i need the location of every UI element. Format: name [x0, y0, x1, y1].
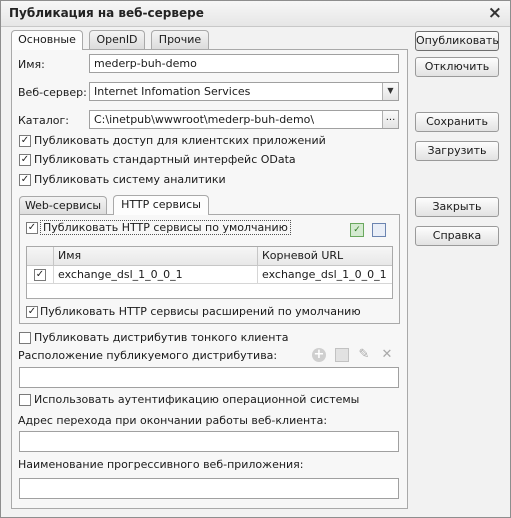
- odata-checkbox[interactable]: ✓: [19, 154, 31, 166]
- thin-client-checkbox[interactable]: [19, 332, 31, 344]
- webserver-label: Веб-сервер:: [18, 86, 87, 99]
- catalog-field[interactable]: C:\inetpub\wwwroot\mederp-buh-demo\ ...: [89, 110, 399, 129]
- load-button[interactable]: Загрузить: [415, 141, 499, 161]
- os-auth-label: Использовать аутентификацию операционной…: [34, 393, 360, 406]
- table-header-name[interactable]: Имя: [54, 247, 258, 266]
- tab-web-services[interactable]: Web-сервисы: [19, 196, 107, 215]
- distrib-location-field[interactable]: [19, 367, 399, 388]
- table-header-url[interactable]: Корневой URL: [258, 247, 392, 266]
- analytics-checkbox[interactable]: ✓: [19, 174, 31, 186]
- disable-button[interactable]: Отключить: [415, 57, 499, 77]
- analytics-label: Публиковать систему аналитики: [34, 173, 226, 186]
- uncheck-all-icon[interactable]: [372, 223, 386, 237]
- client-apps-label: Публиковать доступ для клиентских прилож…: [34, 134, 326, 147]
- distrib-location-label: Расположение публикуемого дистрибутива:: [18, 349, 278, 362]
- tab-other[interactable]: Прочие: [151, 30, 209, 49]
- tab-http-services[interactable]: HTTP сервисы: [113, 195, 209, 215]
- copy-icon[interactable]: [335, 348, 349, 362]
- http-extensions-checkbox[interactable]: ✓: [26, 306, 38, 318]
- browse-button[interactable]: ...: [382, 111, 398, 128]
- close-button[interactable]: Закрыть: [415, 197, 499, 217]
- add-icon[interactable]: +: [312, 348, 326, 362]
- http-default-checkbox[interactable]: ✓: [26, 222, 38, 234]
- publish-button[interactable]: Опубликовать: [415, 31, 499, 51]
- webserver-select[interactable]: Internet Infomation Services ▼: [89, 82, 399, 101]
- thin-client-label: Публиковать дистрибутив тонкого клиента: [34, 331, 289, 344]
- webserver-value: Internet Infomation Services: [94, 85, 251, 98]
- os-auth-checkbox[interactable]: [19, 394, 31, 406]
- table-header-check: [27, 247, 54, 266]
- pwa-name-field[interactable]: [19, 478, 399, 499]
- tab-openid[interactable]: OpenID: [89, 30, 145, 49]
- close-icon[interactable]: ×: [488, 3, 502, 23]
- tab-main[interactable]: Основные: [11, 30, 83, 50]
- save-button[interactable]: Сохранить: [415, 112, 499, 132]
- row-name-cell[interactable]: exchange_dsl_1_0_0_1: [54, 266, 258, 284]
- chevron-down-icon[interactable]: ▼: [382, 83, 398, 100]
- client-apps-checkbox[interactable]: ✓: [19, 135, 31, 147]
- http-extensions-label: Публиковать HTTP сервисы расширений по у…: [40, 305, 361, 318]
- catalog-value: C:\inetpub\wwwroot\mederp-buh-demo\: [94, 113, 315, 126]
- exit-url-label: Адрес перехода при окончании работы веб-…: [18, 414, 328, 427]
- http-default-label: Публиковать HTTP сервисы по умолчанию: [40, 220, 291, 235]
- odata-label: Публиковать стандартный интерфейс OData: [34, 153, 296, 166]
- name-label: Имя:: [18, 58, 45, 71]
- exit-url-field[interactable]: [19, 431, 399, 452]
- publish-dialog: Публикация на веб-сервере × Основные Ope…: [0, 0, 511, 518]
- dialog-title: Публикация на веб-сервере: [9, 6, 204, 20]
- edit-icon[interactable]: ✎: [357, 348, 371, 362]
- catalog-label: Каталог:: [18, 114, 69, 127]
- row-url-cell[interactable]: exchange_dsl_1_0_0_1: [258, 266, 392, 284]
- delete-icon[interactable]: ✕: [380, 348, 394, 362]
- pwa-name-label: Наименование прогрессивного веб-приложен…: [18, 458, 304, 471]
- row-checkbox[interactable]: ✓: [34, 269, 46, 281]
- check-all-icon[interactable]: ✓: [350, 223, 364, 237]
- table-row[interactable]: ✓: [27, 266, 54, 284]
- title-bar: Публикация на веб-сервере ×: [1, 1, 510, 27]
- http-services-table: Имя Корневой URL ✓ exchange_dsl_1_0_0_1 …: [26, 246, 393, 299]
- help-button[interactable]: Справка: [415, 226, 499, 246]
- name-field[interactable]: mederp-buh-demo: [89, 54, 399, 73]
